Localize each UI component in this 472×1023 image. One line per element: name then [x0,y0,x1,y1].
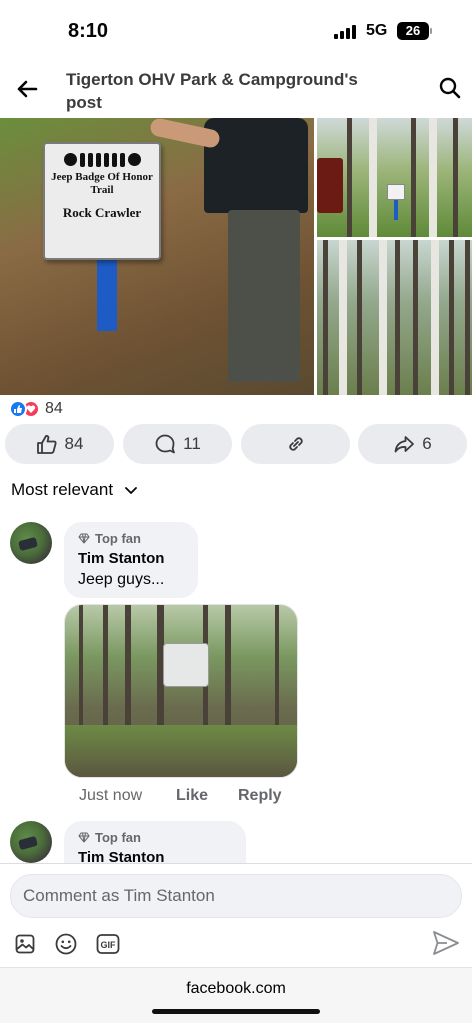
copy-link-button[interactable] [241,424,350,464]
comment-input[interactable]: Comment as Tim Stanton [10,874,462,918]
comment-sort-dropdown[interactable]: Most relevant [11,480,139,500]
link-icon [288,437,303,451]
diamond-icon [78,832,90,843]
diamond-icon [78,533,90,544]
comment-count: 11 [183,434,201,453]
photo-grid: Jeep Badge Of Honor Trail Rock Crawler [0,118,472,395]
badge-label: Top fan [95,531,141,546]
browser-url-bar[interactable]: facebook.com [0,967,472,1023]
top-fan-badge: Top fan [78,830,232,845]
jeep-grille-logo [45,153,159,167]
search-icon [439,77,461,99]
share-count: 6 [422,434,432,453]
avatar[interactable] [10,522,52,564]
arrow-left-icon [17,80,38,98]
share-icon [394,436,415,453]
trail-sign: Jeep Badge Of Honor Trail Rock Crawler [43,142,161,260]
comment-reply-button[interactable]: Reply [238,787,282,805]
reaction-count: 84 [45,400,63,417]
comment-photo[interactable] [64,604,298,778]
send-icon [433,931,459,955]
trail-sign-small [387,184,405,200]
like-count: 84 [64,434,84,453]
post-photo-bottom-right[interactable] [317,240,472,395]
battery-icon: 26 [397,22,432,40]
sign-post [97,256,117,331]
atv [317,158,343,213]
post-photo-main[interactable]: Jeep Badge Of Honor Trail Rock Crawler [0,118,314,395]
person-figure [148,118,312,393]
share-button[interactable]: 6 [358,424,467,464]
comment-text: Jeep guys... [78,571,165,588]
composer-tools: GIF [14,932,120,956]
avatar[interactable] [10,821,52,863]
emoji-icon[interactable] [54,932,78,956]
post-photo-top-right[interactable] [317,118,472,237]
comment-icon [155,434,176,454]
comment-bubble: Top fan Tim Stanton Jeep guys... [64,522,198,598]
sign-text-line2: Rock Crawler [62,205,142,220]
post-actions: 84 11 6 [5,424,467,464]
reaction-summary[interactable]: 84 [9,398,63,420]
status-time: 8:10 [68,20,109,42]
status-bar: 8:10 5G 26 [0,0,472,62]
comment-author[interactable]: Tim Stanton [78,550,184,567]
gif-icon[interactable]: GIF [96,933,120,955]
home-indicator[interactable] [152,1009,320,1014]
like-reaction-icon [9,400,27,418]
jeep-vehicle [163,643,209,687]
photo-icon[interactable] [14,933,36,955]
send-button[interactable] [432,930,460,961]
comment-meta: Just now Like Reply [79,787,282,805]
page-title: Tigerton OHV Park & Campground's post [66,70,358,112]
badge-label: Top fan [95,830,141,845]
network-type: 5G [366,22,388,39]
sign-text-line1: Jeep Badge Of Honor Trail [51,171,153,196]
thumbs-up-icon [36,435,57,454]
top-fan-badge: Top fan [78,531,184,546]
post-header: Tigerton OHV Park & Campground's post [0,62,472,118]
search-button[interactable] [438,76,462,100]
sort-label: Most relevant [11,480,114,499]
comment-like-button[interactable]: Like [176,787,238,805]
url-text: facebook.com [186,980,286,997]
back-button[interactable] [14,76,40,102]
comment-button[interactable]: 11 [123,424,232,464]
signal-icon [334,25,356,39]
comment-composer: Comment as Tim Stanton GIF [0,863,472,967]
svg-text:GIF: GIF [101,940,117,950]
like-button[interactable]: 84 [5,424,114,464]
chevron-down-icon [125,487,137,494]
comment-time: Just now [79,787,143,804]
